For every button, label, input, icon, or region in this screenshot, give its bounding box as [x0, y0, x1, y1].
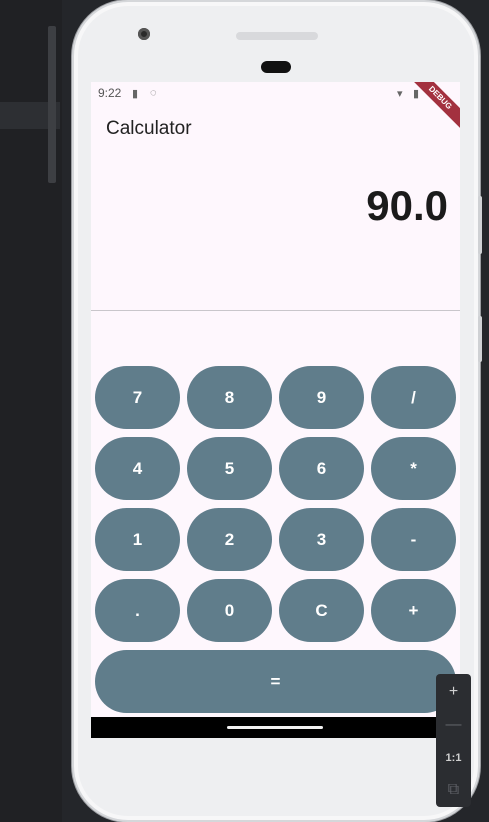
key-subtract[interactable]: - — [371, 508, 456, 571]
zoom-in-button[interactable]: + — [436, 677, 471, 707]
key-multiply[interactable]: * — [371, 437, 456, 500]
display-divider — [91, 310, 460, 311]
key-equals[interactable]: = — [95, 650, 456, 713]
emulator-zoom-controls: + — 1:1 ⧉ — [436, 674, 471, 807]
navigation-bar — [91, 717, 460, 738]
earpiece-speaker — [236, 32, 318, 40]
key-2[interactable]: 2 — [187, 508, 272, 571]
emulator-stage: 9:22 ▮ ◌ ▾ ▮ DEBUG Calculator 90.0 7 8 9… — [0, 0, 489, 822]
app-title: Calculator — [106, 118, 192, 139]
key-3[interactable]: 3 — [279, 508, 364, 571]
phone-screen: 9:22 ▮ ◌ ▾ ▮ DEBUG Calculator 90.0 7 8 9… — [91, 82, 460, 738]
key-5[interactable]: 5 — [187, 437, 272, 500]
key-9[interactable]: 9 — [279, 366, 364, 429]
status-bar: 9:22 ▮ ◌ ▾ ▮ — [91, 82, 460, 104]
front-camera-icon — [138, 28, 150, 40]
ide-scrollbar[interactable] — [48, 26, 56, 183]
zoom-out-button[interactable]: — — [436, 710, 471, 740]
key-6[interactable]: 6 — [279, 437, 364, 500]
result-display: 90.0 — [366, 182, 448, 229]
key-1[interactable]: 1 — [95, 508, 180, 571]
status-time: 9:22 — [98, 86, 122, 100]
proximity-sensor — [261, 61, 291, 73]
fit-screen-button[interactable]: ⧉ — [436, 775, 471, 805]
actual-size-button[interactable]: 1:1 — [436, 743, 471, 773]
key-4[interactable]: 4 — [95, 437, 180, 500]
key-divide[interactable]: / — [371, 366, 456, 429]
sd-card-icon: ▮ — [132, 88, 139, 100]
key-add[interactable]: + — [371, 579, 456, 642]
power-button[interactable] — [478, 316, 482, 362]
ide-side-panel — [0, 0, 63, 822]
key-clear[interactable]: C — [279, 579, 364, 642]
key-0[interactable]: 0 — [187, 579, 272, 642]
home-gesture-handle[interactable] — [227, 726, 323, 729]
key-7[interactable]: 7 — [95, 366, 180, 429]
key-8[interactable]: 8 — [187, 366, 272, 429]
signal-icon: ▾ — [397, 88, 403, 100]
volume-button[interactable] — [478, 196, 482, 254]
battery-icon: ▮ — [413, 88, 420, 100]
key-decimal[interactable]: . — [95, 579, 180, 642]
wifi-icon: ◌ — [150, 87, 157, 99]
